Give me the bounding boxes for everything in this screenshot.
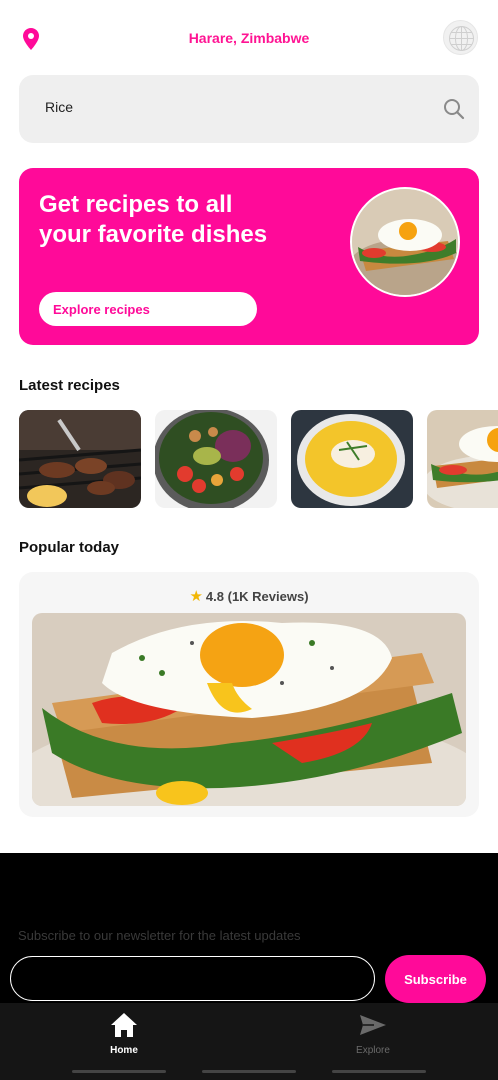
newsletter-footer: Subscribe to our newsletter for the late… — [0, 853, 498, 1003]
home-icon — [111, 1013, 137, 1037]
nav-explore[interactable]: Explore — [333, 1011, 413, 1066]
top-bar: Harare, Zimbabwe — [0, 0, 498, 76]
location-label[interactable]: Harare, Zimbabwe — [0, 30, 498, 46]
search-icon[interactable] — [443, 98, 465, 120]
explore-recipes-button[interactable]: Explore recipes — [39, 292, 257, 326]
popular-food-image[interactable] — [32, 613, 466, 806]
email-field[interactable] — [10, 956, 375, 1001]
newsletter-text: Subscribe to our newsletter for the late… — [18, 928, 301, 943]
latest-recipes-list[interactable] — [19, 410, 498, 508]
search-input[interactable] — [45, 99, 425, 115]
latest-recipes-title: Latest recipes — [19, 377, 120, 394]
recipe-card-grilled-meat[interactable] — [19, 410, 141, 508]
recipe-card-salad-bowl[interactable] — [155, 410, 277, 508]
hero-food-image — [350, 187, 460, 297]
bottom-nav: Home Explore — [0, 1003, 498, 1080]
hero-title: Get recipes to all your favorite dishes — [39, 191, 268, 248]
send-icon — [360, 1015, 386, 1035]
nav-home-label: Home — [110, 1045, 138, 1056]
nav-home[interactable]: Home — [84, 1011, 164, 1066]
rating-value: 4.8 — [205, 589, 224, 604]
recipe-card-egg-toast[interactable] — [427, 410, 498, 508]
avatar[interactable] — [443, 20, 478, 55]
popular-today-title: Popular today — [19, 539, 120, 556]
review-count: (1K Reviews) — [227, 589, 309, 604]
hero-banner: Get recipes to all your favorite dishes … — [19, 168, 479, 345]
gesture-bar-right — [332, 1070, 426, 1073]
globe-icon — [449, 26, 474, 51]
popular-recipe-card[interactable]: ★ 4.8 (1K Reviews) — [19, 572, 479, 817]
search-bar[interactable] — [19, 75, 479, 143]
nav-explore-label: Explore — [356, 1045, 390, 1056]
recipe-card-curry-soup[interactable] — [291, 410, 413, 508]
star-icon: ★ — [189, 588, 203, 605]
gesture-bar-center — [202, 1070, 296, 1073]
gesture-bar-left — [72, 1070, 166, 1073]
rating: ★ 4.8 (1K Reviews) — [19, 587, 479, 605]
subscribe-button[interactable]: Subscribe — [385, 955, 486, 1003]
